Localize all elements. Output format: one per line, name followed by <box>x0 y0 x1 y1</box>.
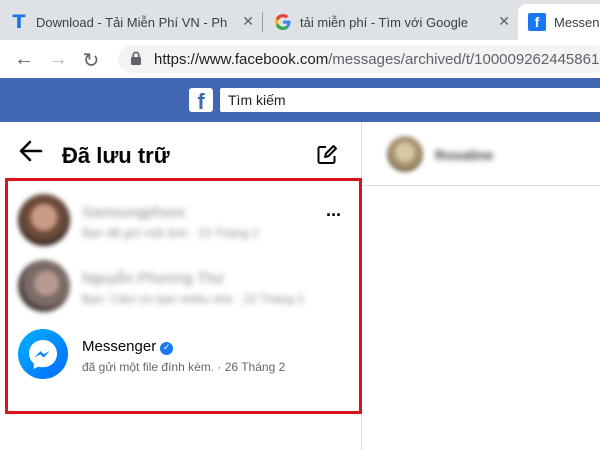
page-title: Đã lưu trữ <box>62 143 170 168</box>
google-icon <box>274 13 292 31</box>
t-logo-icon: T <box>12 11 26 33</box>
conversation-name: Messenger ✓ <box>82 338 174 355</box>
lock-icon <box>130 51 144 67</box>
avatar <box>18 260 70 312</box>
search-input[interactable]: Tìm kiếm <box>220 88 600 112</box>
close-tab-icon[interactable]: ✕ <box>498 13 510 30</box>
compose-icon[interactable] <box>316 144 338 166</box>
avatar <box>18 194 70 246</box>
avatar[interactable] <box>387 136 423 172</box>
forward-arrow-icon[interactable]: → <box>46 48 70 71</box>
conversation-name: Nguyễn Phương Thư <box>82 270 225 287</box>
tab-messenger[interactable]: f Messeng <box>518 4 600 40</box>
reload-icon[interactable]: ↻ <box>79 48 103 73</box>
conversation-preview: Bạn đã gửi một ảnh · 23 Tháng 2 <box>82 226 259 240</box>
browser-tab-strip: T Download - Tải Miễn Phí VN - Ph ✕ tải … <box>0 0 600 40</box>
back-arrow-icon[interactable]: ← <box>12 48 36 71</box>
close-tab-icon[interactable]: ✕ <box>242 13 254 30</box>
facebook-icon: f <box>528 13 546 31</box>
chat-header: Rosaline <box>363 122 600 186</box>
contact-name[interactable]: Rosaline <box>435 147 493 163</box>
url-host: https://www.facebook.com <box>154 50 329 68</box>
tab-download[interactable]: T Download - Tải Miễn Phí VN - Ph ✕ <box>0 4 262 40</box>
messenger-logo-icon <box>18 329 68 379</box>
tab-google[interactable]: tải miễn phí - Tìm với Google ✕ <box>262 4 518 40</box>
url-path: /messages/archived/t/100009262445861 <box>328 50 600 68</box>
more-options-icon[interactable]: ··· <box>326 205 342 226</box>
verified-badge-icon: ✓ <box>160 342 174 355</box>
list-item[interactable]: Samsungphuoc Bạn đã gửi một ảnh · 23 Thá… <box>18 190 342 254</box>
list-item[interactable]: Messenger ✓ đã gửi một file đính kèm. · 2… <box>18 324 338 388</box>
browser-toolbar: ← → ↻ https://www.facebook.com/messages/… <box>0 40 600 78</box>
list-item[interactable]: Nguyễn Phương Thư Bạn: Cảm ơn bạn nhiều … <box>18 256 338 320</box>
address-bar[interactable]: https://www.facebook.com/messages/archiv… <box>118 45 600 73</box>
conversation-name: Samsungphuoc <box>82 204 187 221</box>
conversation-preview: đã gửi một file đính kèm. · 26 Tháng 2 <box>82 360 286 374</box>
conversation-preview: Bạn: Cảm ơn bạn nhiều nhé · 22 Tháng 2 <box>82 292 304 306</box>
facebook-header: f Tìm kiếm <box>0 78 600 122</box>
tab-title: Messeng <box>554 14 600 30</box>
panel-header: Đã lưu trữ <box>0 122 362 178</box>
facebook-logo-icon[interactable]: f <box>189 88 213 112</box>
back-arrow-icon[interactable] <box>19 140 43 166</box>
conversation-name-text: Messenger <box>82 338 157 355</box>
tab-title: Download - Tải Miễn Phí VN - Ph <box>36 14 228 30</box>
tab-title: tải miễn phí - Tìm với Google <box>300 14 468 30</box>
chat-panel: Rosaline <box>363 122 600 450</box>
